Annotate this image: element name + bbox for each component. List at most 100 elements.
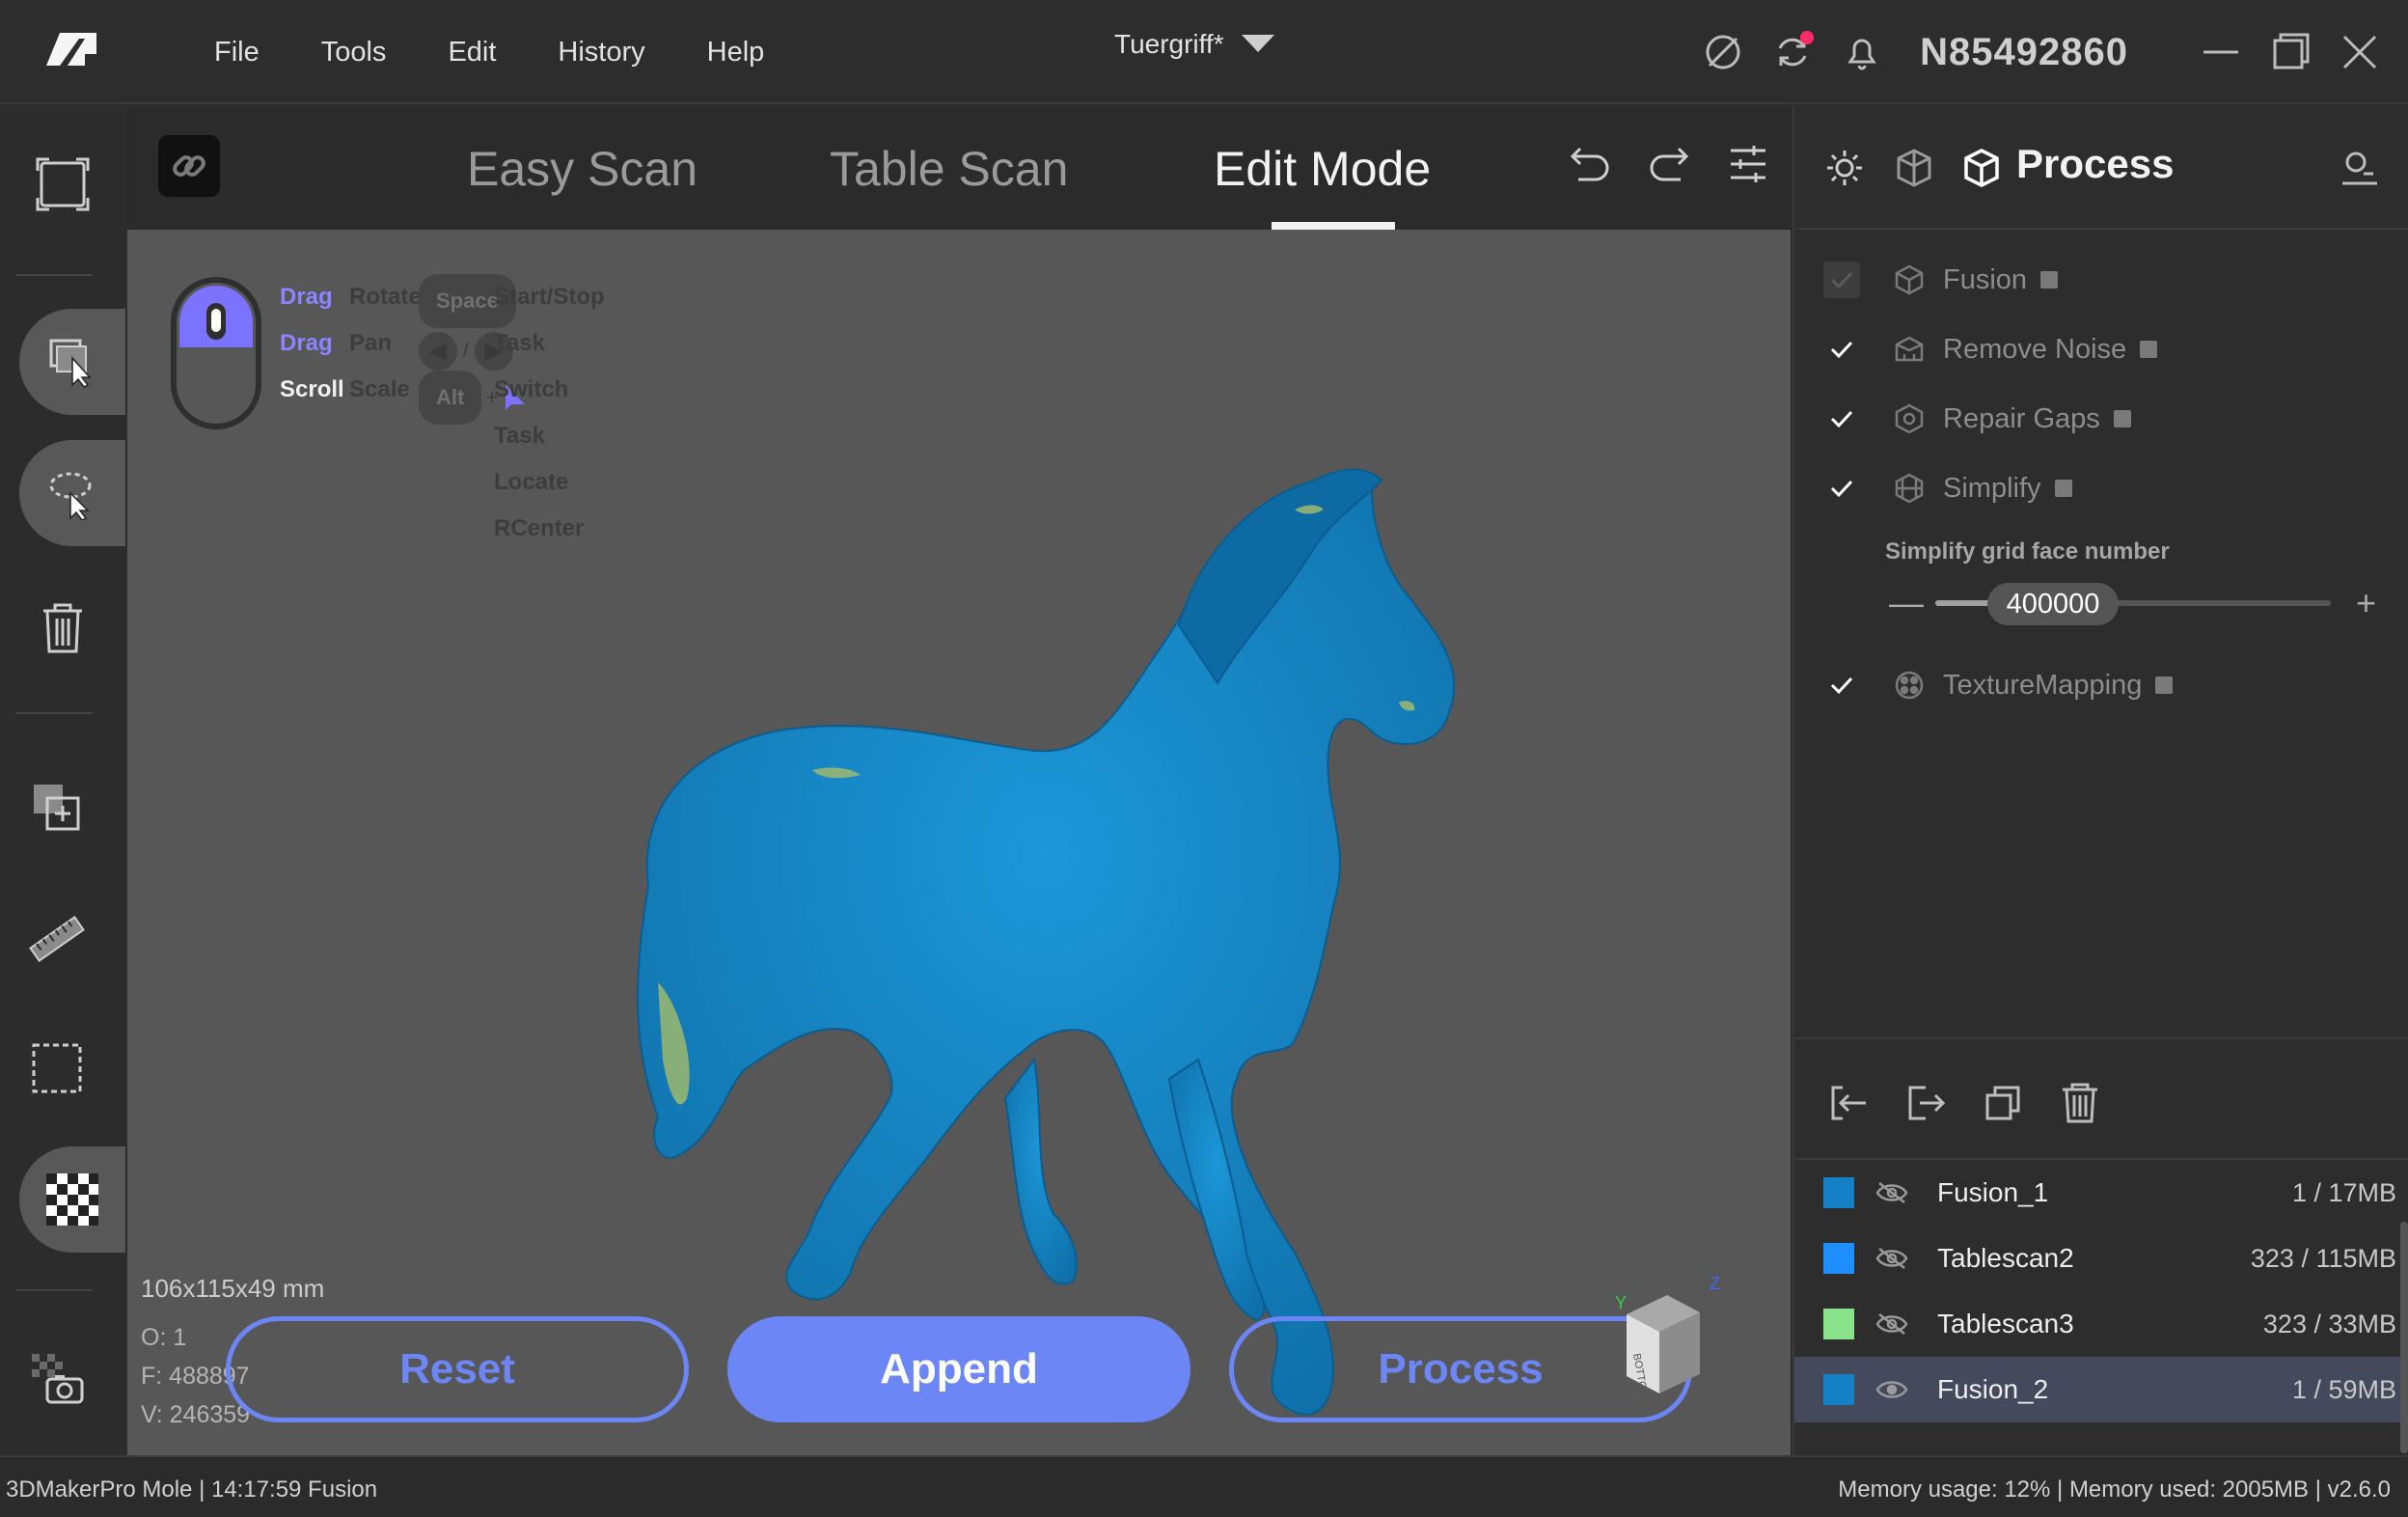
append-button[interactable]: Append [727, 1316, 1190, 1422]
slider-increase-button[interactable]: + [2356, 583, 2376, 623]
info-icon[interactable] [2155, 676, 2174, 694]
view-cube[interactable]: Y Z BOTTOM [1613, 1272, 1729, 1407]
texture-mapping-label: TextureMapping [1943, 669, 2143, 701]
lasso-select-button[interactable] [19, 440, 125, 546]
reset-button[interactable]: Reset [226, 1316, 689, 1422]
light-settings-icon[interactable] [1823, 147, 1866, 189]
texture-mapping-checkbox[interactable] [1823, 667, 1860, 703]
menu-file[interactable]: File [214, 37, 260, 69]
hint-pan: Pan [349, 330, 393, 356]
info-icon[interactable] [2040, 271, 2059, 289]
info-icon[interactable] [2054, 480, 2072, 497]
layer-toolbar [1794, 1037, 2408, 1153]
step-texture-mapping: TextureMapping [1823, 664, 2174, 706]
redo-icon[interactable] [1646, 141, 1692, 187]
layer-list: Fusion_1 1 / 17MB Tablescan2 323 / 115MB… [1794, 1158, 2408, 1422]
import-icon[interactable] [1827, 1082, 1870, 1124]
layer-color-swatch[interactable] [1823, 1177, 1854, 1208]
bell-icon[interactable] [1841, 31, 1883, 73]
layer-name: Tablescan3 [1937, 1309, 2074, 1338]
checkerboard-icon [46, 1173, 98, 1226]
fit-view-button[interactable] [10, 131, 116, 237]
info-icon[interactable] [2113, 410, 2131, 428]
sync-icon[interactable] [1702, 31, 1744, 73]
delete-selection-button[interactable] [10, 575, 116, 681]
eye-hidden-icon[interactable] [1875, 1181, 1908, 1204]
delete-layer-icon[interactable] [2059, 1082, 2101, 1124]
eye-hidden-icon[interactable] [1875, 1312, 1908, 1336]
link-icon [173, 155, 205, 177]
hint-scale: Scale [349, 376, 410, 402]
link-button[interactable] [158, 135, 220, 197]
fusion-icon [1895, 264, 1924, 295]
simplify-slider-value[interactable]: 400000 [1987, 583, 2119, 625]
layer-row[interactable]: Tablescan2 323 / 115MB [1794, 1226, 2408, 1291]
chevron-down-icon [1241, 35, 1274, 52]
status-right: Memory usage: 12% | Memory used: 2005MB … [1838, 1476, 2391, 1503]
fusion-label: Fusion [1943, 263, 2028, 295]
measure-button[interactable] [4, 886, 110, 992]
layer-name: Fusion_2 [1937, 1374, 2049, 1404]
simplify-checkbox[interactable] [1823, 470, 1860, 507]
undo-icon[interactable] [1567, 141, 1613, 187]
hint-scroll-key: Scroll [280, 376, 344, 402]
add-object-button[interactable] [4, 755, 110, 861]
select-cursor-icon [49, 339, 92, 388]
layer-name: Tablescan2 [1937, 1243, 2074, 1273]
project-selector[interactable]: Tuergriff* [1114, 29, 1274, 60]
tab-easy-scan[interactable]: Easy Scan [467, 141, 698, 197]
minimize-icon[interactable] [2200, 31, 2242, 73]
arrow-left-key-icon: ◀ [419, 332, 457, 371]
mesh-view-icon[interactable] [1893, 147, 1935, 189]
settings-sliders-icon[interactable] [1725, 141, 1771, 187]
layer-color-swatch[interactable] [1823, 1374, 1854, 1405]
duplicate-icon[interactable] [1982, 1082, 2024, 1124]
process-panel: Process Fusion Remove Noise Repair Gaps … [1792, 106, 2408, 1455]
layer-row[interactable]: Fusion_1 1 / 17MB [1794, 1160, 2408, 1226]
info-icon[interactable] [2140, 341, 2158, 358]
hint-drag2-key: Drag [280, 330, 333, 356]
dashed-box-icon [32, 1043, 82, 1093]
menu-tools[interactable]: Tools [321, 37, 387, 69]
mouse-icon [171, 277, 261, 429]
hint-slash: / [463, 341, 469, 362]
screenshot-button[interactable] [4, 1326, 110, 1432]
horse-3d-model[interactable] [619, 461, 1468, 1455]
trash-icon [43, 603, 82, 653]
close-icon[interactable] [2339, 31, 2381, 73]
texture-view-button[interactable] [19, 1146, 125, 1253]
simplify-icon [1895, 473, 1924, 504]
remove-noise-checkbox[interactable] [1823, 331, 1860, 368]
menu-edit[interactable]: Edit [448, 37, 496, 69]
menu-help[interactable]: Help [707, 37, 765, 69]
status-left: 3DMakerPro Mole | 14:17:59 Fusion [6, 1476, 378, 1503]
crop-button[interactable] [4, 1015, 110, 1121]
maximize-icon[interactable] [2269, 31, 2312, 73]
layer-row[interactable]: Fusion_2 1 / 59MB [1794, 1357, 2408, 1422]
layer-list-scrollbar[interactable] [2400, 1222, 2408, 1453]
device-id: N85492860 [1920, 30, 2128, 73]
frame-icon [36, 157, 90, 211]
tab-edit-mode[interactable]: Edit Mode [1214, 141, 1431, 197]
slider-decrease-button[interactable]: — [1889, 583, 1924, 623]
menu-history[interactable]: History [558, 37, 644, 69]
layer-row[interactable]: Tablescan3 323 / 33MB [1794, 1291, 2408, 1357]
export-icon[interactable] [1904, 1082, 1947, 1124]
texture-mapping-icon [1895, 671, 1924, 700]
process-cube-icon[interactable] [1960, 147, 2003, 189]
refresh-button[interactable] [1771, 31, 1815, 73]
user-profile-icon[interactable] [2339, 147, 2381, 189]
eye-hidden-icon[interactable] [1875, 1247, 1908, 1270]
simplify-label: Simplify [1943, 472, 2041, 504]
layer-color-swatch[interactable] [1823, 1243, 1854, 1274]
repair-gaps-checkbox[interactable] [1823, 400, 1860, 437]
eye-visible-icon[interactable] [1875, 1378, 1908, 1401]
tab-table-scan[interactable]: Table Scan [830, 141, 1068, 197]
hint-rotate: Rotate [349, 284, 422, 310]
step-fusion: Fusion [1823, 259, 2059, 301]
menu-bar: File Tools Edit History Help [183, 0, 795, 104]
remove-noise-icon [1895, 336, 1924, 362]
layer-color-swatch[interactable] [1823, 1309, 1854, 1339]
select-button[interactable] [19, 309, 125, 415]
3d-viewport[interactable]: Drag Drag Scroll Rotate Pan Scale Space … [127, 230, 1791, 1455]
